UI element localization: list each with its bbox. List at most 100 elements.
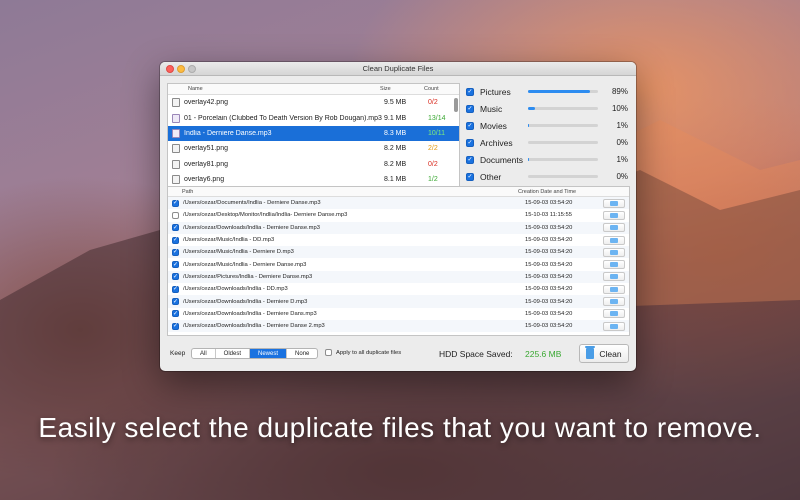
creation-date: 15-09-03 03:54:20 bbox=[525, 273, 573, 280]
header-count[interactable]: Count bbox=[424, 86, 454, 92]
folder-icon bbox=[610, 311, 618, 317]
creation-date: 15-09-03 03:54:20 bbox=[525, 200, 573, 207]
file-name: overlay42.png bbox=[184, 99, 228, 107]
category-checkbox[interactable]: ✓ bbox=[466, 172, 474, 181]
category-name: Documents bbox=[480, 154, 523, 165]
apply-to-all-checkbox[interactable]: Apply to all duplicate files bbox=[325, 349, 401, 356]
clean-button-label: Clean bbox=[599, 348, 622, 359]
path-row[interactable]: ✓ /Users/cezar/Pictures/Indlia - Derniere… bbox=[168, 270, 629, 284]
header-path[interactable]: Path bbox=[168, 189, 518, 195]
header-name[interactable]: Name bbox=[168, 86, 380, 92]
file-list-row[interactable]: overlay81.png 8.2 MB 0/2 bbox=[168, 157, 459, 172]
path-checkbox[interactable]: ✓ bbox=[172, 310, 179, 318]
image-file-icon bbox=[172, 144, 180, 154]
duplicate-count: 2/2 bbox=[428, 145, 438, 153]
creation-date: 15-09-03 03:54:20 bbox=[525, 310, 573, 317]
clean-button[interactable]: Clean bbox=[579, 344, 629, 363]
path-row[interactable]: ✓ /Users/cezar/Music/Indlia - DD.mp3 15-09… bbox=[168, 234, 629, 246]
path-checkbox[interactable]: ✓ bbox=[172, 285, 179, 293]
path-checkbox[interactable]: ✓ bbox=[172, 236, 179, 244]
keep-option-none[interactable]: None bbox=[287, 349, 317, 358]
category-progress-bar bbox=[528, 124, 598, 127]
folder-icon bbox=[610, 299, 618, 305]
path-row[interactable]: ✓ /Users/cezar/Music/Indlia - Derniere D.… bbox=[168, 246, 629, 259]
keep-option-all[interactable]: All bbox=[192, 349, 216, 358]
category-checkbox[interactable]: ✓ bbox=[466, 138, 474, 147]
file-list-header: Name Size Count bbox=[168, 84, 459, 95]
zoom-window-button[interactable] bbox=[188, 65, 196, 73]
file-list-row[interactable]: overlay42.png 9.5 MB 0/2 bbox=[168, 95, 459, 110]
path-row[interactable]: ✓ /Users/cezar/Downloads/Indlia - Dernier… bbox=[168, 319, 629, 333]
path-checkbox[interactable]: ✓ bbox=[172, 224, 179, 232]
header-size[interactable]: Size bbox=[380, 86, 424, 92]
category-percent: 1% bbox=[616, 155, 628, 164]
path-row[interactable]: ✓ /Users/cezar/Music/Indlia - Derniere Da… bbox=[168, 258, 629, 270]
path-row[interactable]: ✓ /Users/cezar/Downloads/Indlia - Dernier… bbox=[168, 308, 629, 320]
category-percent: 89% bbox=[611, 87, 628, 96]
creation-date: 15-09-03 03:54:20 bbox=[525, 298, 573, 305]
file-list-row[interactable]: Indlia - Derniere Danse.mp3 8.3 MB 10/11 bbox=[168, 125, 459, 142]
file-list-row[interactable]: 01 - Porcelain (Clubbed To Death Version… bbox=[168, 110, 459, 125]
path-row[interactable]: ✓ /Users/cezar/Downloads/Indlia - Dernier… bbox=[168, 221, 629, 234]
creation-date: 15-09-03 03:54:20 bbox=[525, 323, 573, 330]
path-checkbox[interactable]: ✓ bbox=[172, 298, 179, 306]
creation-date: 15-09-03 03:54:20 bbox=[525, 224, 573, 231]
reveal-in-finder-button[interactable] bbox=[603, 321, 625, 331]
reveal-in-finder-button[interactable] bbox=[603, 309, 625, 319]
path-checkbox[interactable] bbox=[172, 211, 179, 219]
reveal-in-finder-button[interactable] bbox=[603, 297, 625, 307]
path-checkbox[interactable]: ✓ bbox=[172, 248, 179, 256]
reveal-in-finder-button[interactable] bbox=[603, 272, 625, 282]
category-checkbox[interactable]: ✓ bbox=[466, 104, 474, 113]
reveal-in-finder-button[interactable] bbox=[603, 210, 625, 220]
creation-date: 15-10-03 11:15:55 bbox=[525, 212, 572, 219]
duplicate-count: 0/2 bbox=[428, 160, 438, 168]
image-file-icon bbox=[172, 175, 180, 185]
path-row[interactable]: /Users/cezar/Desktop/Monitor/Indlia/Indl… bbox=[168, 209, 629, 221]
path-checkbox[interactable]: ✓ bbox=[172, 261, 179, 269]
keep-option-oldest[interactable]: Oldest bbox=[216, 349, 251, 358]
close-window-button[interactable] bbox=[166, 65, 174, 73]
apply-checkbox-box[interactable] bbox=[325, 349, 332, 356]
header-creation-date[interactable]: Creation Date and Time bbox=[518, 189, 576, 195]
reveal-in-finder-button[interactable] bbox=[603, 235, 625, 245]
category-checkbox[interactable]: ✓ bbox=[466, 121, 474, 130]
file-list-scrollbar[interactable] bbox=[454, 98, 458, 112]
path-row[interactable]: ✓ /Users/cezar/Documents/Indlia - Dernier… bbox=[168, 197, 629, 210]
path-checkbox[interactable]: ✓ bbox=[172, 322, 179, 330]
category-percent: 10% bbox=[611, 104, 628, 113]
file-path: /Users/cezar/Downloads/Indlia - Derniere… bbox=[183, 224, 320, 231]
category-movies: ✓ Movies 1% bbox=[464, 117, 630, 134]
duplicate-file-list[interactable]: Name Size Count overlay42.png 9.5 MB 0/2 01… bbox=[167, 83, 460, 203]
file-path: /Users/cezar/Documents/Indlia - Derniere… bbox=[183, 200, 321, 207]
category-progress-fill bbox=[528, 124, 529, 127]
category-checkbox[interactable]: ✓ bbox=[466, 87, 474, 96]
folder-icon bbox=[610, 249, 618, 255]
path-row[interactable]: ✓ /Users/cezar/Downloads/Indlia - DD.mp3 1… bbox=[168, 283, 629, 295]
category-name: Music bbox=[480, 103, 503, 114]
apply-checkbox-label: Apply to all duplicate files bbox=[336, 349, 402, 356]
keep-option-newest[interactable]: Newest bbox=[250, 349, 288, 358]
reveal-in-finder-button[interactable] bbox=[603, 223, 625, 233]
keep-segmented-control[interactable]: All Oldest Newest None bbox=[191, 348, 319, 359]
path-checkbox[interactable]: ✓ bbox=[172, 273, 179, 281]
reveal-in-finder-button[interactable] bbox=[603, 247, 625, 257]
file-name: 01 - Porcelain (Clubbed To Death Version… bbox=[184, 114, 382, 122]
folder-icon bbox=[610, 225, 618, 231]
duplicate-paths-table[interactable]: Path Creation Date and Time ✓ /Users/ceza… bbox=[167, 186, 630, 336]
category-checkbox[interactable]: ✓ bbox=[466, 155, 474, 164]
file-list-row[interactable]: overlay51.png 8.2 MB 2/2 bbox=[168, 141, 459, 156]
folder-icon bbox=[610, 323, 618, 329]
reveal-in-finder-button[interactable] bbox=[603, 260, 625, 270]
file-path: /Users/cezar/Downloads/Indlia - Derniere… bbox=[183, 310, 317, 317]
marketing-caption: Easily select the duplicate files that y… bbox=[38, 412, 762, 443]
reveal-in-finder-button[interactable] bbox=[603, 198, 625, 208]
path-checkbox[interactable]: ✓ bbox=[172, 199, 179, 207]
path-row[interactable]: ✓ /Users/cezar/Downloads/Indlia - Dernier… bbox=[168, 295, 629, 308]
creation-date: 15-09-03 03:54:20 bbox=[525, 249, 573, 256]
minimize-window-button[interactable] bbox=[177, 65, 185, 73]
reveal-in-finder-button[interactable] bbox=[603, 284, 625, 294]
file-path: /Users/cezar/Pictures/Indlia - Derniere … bbox=[183, 273, 313, 280]
music-file-icon bbox=[172, 128, 180, 138]
category-other: ✓ Other 0% bbox=[464, 168, 630, 185]
